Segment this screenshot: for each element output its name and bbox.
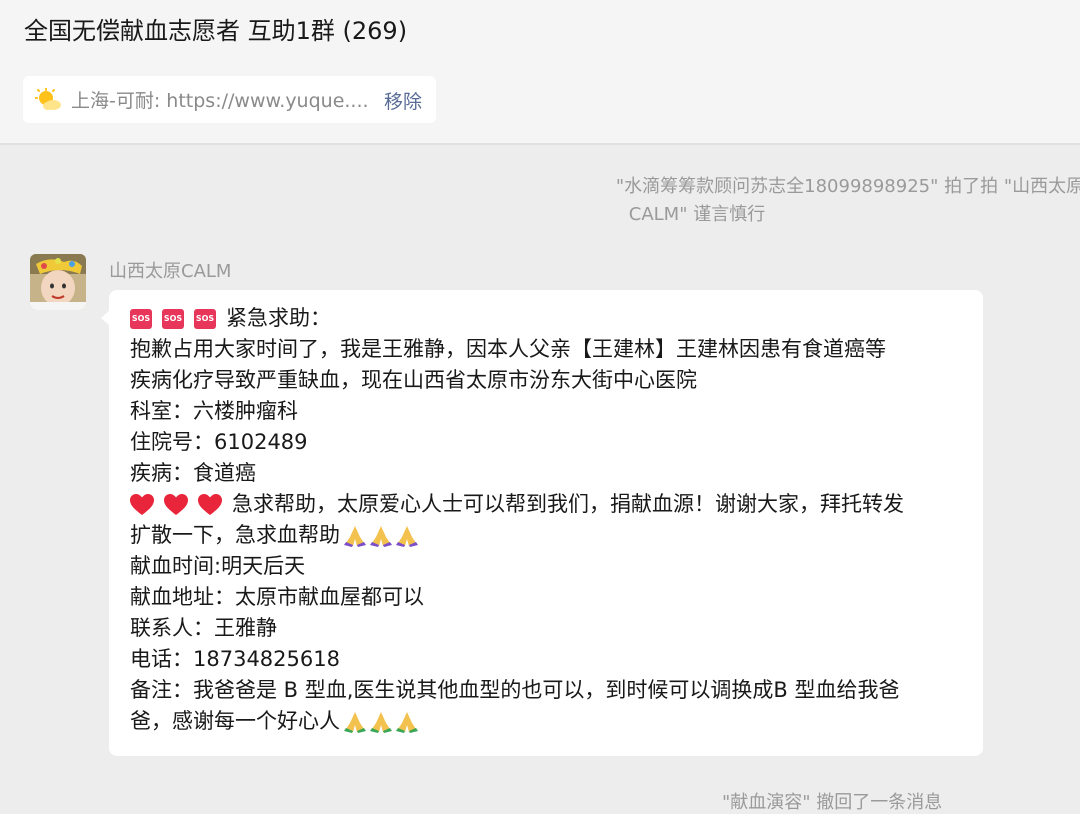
message-text: 爸，感谢每一个好心人 (130, 709, 340, 733)
pray-yellow-icon (370, 711, 392, 733)
message-text: 紧急求助： (226, 306, 331, 330)
message-text: 住院号：6102489 (130, 430, 308, 454)
message-line: 爸，感谢每一个好心人 (130, 706, 963, 737)
chat-title[interactable]: 全国无偿献血志愿者 互助1群 (269) (24, 14, 407, 48)
pinned-message-bar[interactable]: 上海-可耐: https://www.yuque.... 移除 (23, 76, 436, 123)
message-line: 住院号：6102489 (130, 427, 963, 458)
sos-icon: SOS (162, 308, 184, 329)
message-line: 备注：我爸爸是 B 型血,医生说其他血型的也可以，到时候可以调换成B 型血给我爸 (130, 675, 963, 706)
message-text: 抱歉占用大家时间了，我是王雅静，因本人父亲【王建林】王建林因患有食道癌等 (130, 337, 886, 361)
remove-pin-button[interactable]: 移除 (384, 87, 422, 114)
sos-icon: SOS (130, 308, 152, 329)
message-line: 献血时间:明天后天 (130, 551, 963, 582)
message-line: 疾病化疗导致严重缺血，现在山西省太原市汾东大街中心医院 (130, 365, 963, 396)
message-text: 献血地址：太原市献血屋都可以 (130, 585, 424, 609)
message-text: 联系人：王雅静 (130, 616, 277, 640)
message-line: 抱歉占用大家时间了，我是王雅静，因本人父亲【王建林】王建林因患有食道癌等 (130, 334, 963, 365)
message-line: 急求帮助，太原爱心人士可以帮到我们，捐献血源！谢谢大家，拜托转发 (130, 489, 963, 520)
pray-purple-icon (344, 525, 366, 547)
message-text: 献血时间:明天后天 (130, 554, 306, 578)
message-line: 扩散一下，急求血帮助 (130, 520, 963, 551)
message-line: 疾病：食道癌 (130, 458, 963, 489)
message-line: 献血地址：太原市献血屋都可以 (130, 582, 963, 613)
sos-icon: SOS (194, 308, 216, 329)
message-text: 电话：18734825618 (130, 647, 340, 671)
message-text: 疾病：食道癌 (130, 461, 256, 485)
heart-icon (130, 493, 154, 516)
pray-purple-icon (396, 525, 418, 547)
nudge-line-2: CALM" 谨言慎行 (628, 204, 766, 225)
message-line: 科室：六楼肿瘤科 (130, 396, 963, 427)
message-text: 急求帮助，太原爱心人士可以帮到我们，捐献血源！谢谢大家，拜托转发 (232, 492, 904, 516)
avatar[interactable] (30, 254, 86, 310)
message-text: 科室：六楼肿瘤科 (130, 399, 298, 423)
chat-header: 全国无偿献血志愿者 互助1群 (269) 上海-可耐: https://www.… (0, 0, 1080, 145)
heart-icon (198, 493, 222, 516)
pray-yellow-icon (344, 711, 366, 733)
nudge-line-1: "水滴筹筹款顾问苏志全18099898925" 拍了拍 "山西太原 (615, 176, 1080, 197)
sun-cloud-icon (34, 87, 63, 112)
heart-icon (164, 493, 188, 516)
message-text: 疾病化疗导致严重缺血，现在山西省太原市汾东大街中心医院 (130, 368, 697, 392)
pray-purple-icon (370, 525, 392, 547)
nudge-system-message: "水滴筹筹款顾问苏志全18099898925" 拍了拍 "山西太原 CALM" … (590, 173, 1080, 229)
message-line: 电话：18734825618 (130, 644, 963, 675)
pray-yellow-icon (396, 711, 418, 733)
sender-name[interactable]: 山西太原CALM (109, 257, 231, 283)
message-line: SOS SOS SOS 紧急求助： (130, 303, 963, 334)
pinned-message-text[interactable]: 上海-可耐: https://www.yuque.... (71, 86, 369, 113)
recall-system-message: "献血演容" 撤回了一条消息 (722, 792, 943, 813)
message-line: 联系人：王雅静 (130, 613, 963, 644)
message-text: 备注：我爸爸是 B 型血,医生说其他血型的也可以，到时候可以调换成B 型血给我爸 (130, 678, 900, 702)
message-text: 扩散一下，急求血帮助 (130, 523, 340, 547)
bubble-tail (101, 310, 110, 326)
message-bubble[interactable]: SOS SOS SOS 紧急求助： 抱歉占用大家时间了，我是王雅静，因本人父亲【… (101, 290, 983, 756)
